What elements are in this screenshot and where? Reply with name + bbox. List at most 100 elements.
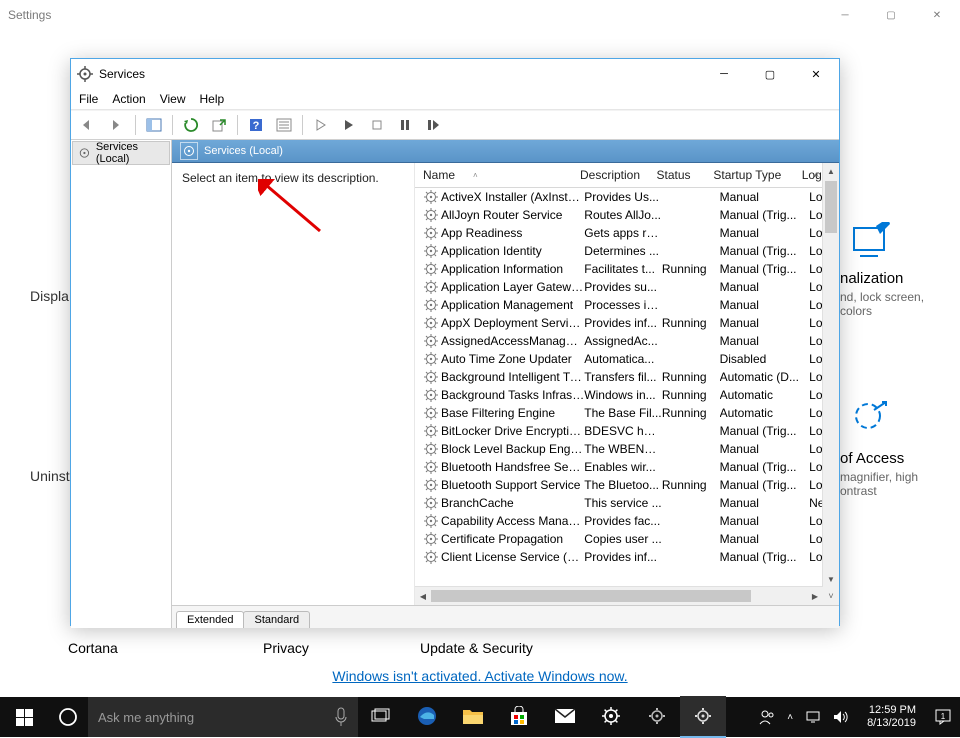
scroll-up-button[interactable]: ▲ — [823, 163, 839, 179]
taskbar-services-active[interactable] — [680, 696, 726, 738]
menu-help[interactable]: Help — [200, 92, 225, 106]
services-app-icon — [77, 66, 93, 82]
service-row[interactable]: Application ManagementProcesses in...Man… — [415, 296, 839, 314]
taskbar-settings[interactable] — [588, 696, 634, 736]
activate-windows-link[interactable]: Windows isn't activated. Activate Window… — [0, 668, 960, 684]
toolbar-restart-service-button[interactable] — [421, 113, 445, 137]
col-name[interactable]: Name — [423, 168, 455, 182]
service-row[interactable]: Client License Service (ClipS...Provides… — [415, 548, 839, 566]
services-maximize-button[interactable]: ▢ — [747, 59, 793, 89]
tray-chevron-icon[interactable]: ˄ — [787, 712, 793, 723]
network-icon[interactable] — [805, 709, 821, 725]
service-row[interactable]: Base Filtering EngineThe Base Fil...Runn… — [415, 404, 839, 422]
services-toolbar: ? — [71, 110, 839, 140]
service-row[interactable]: BitLocker Drive Encryption ...BDESVC hos… — [415, 422, 839, 440]
service-row[interactable]: Block Level Backup Engine ...The WBENG..… — [415, 440, 839, 458]
col-description[interactable]: Description — [580, 168, 657, 182]
service-row[interactable]: AllJoyn Router ServiceRoutes AllJo...Man… — [415, 206, 839, 224]
toolbar-back-button[interactable] — [77, 113, 101, 137]
taskbar-edge[interactable] — [404, 696, 450, 736]
col-status[interactable]: Status — [657, 168, 714, 182]
service-row[interactable]: Application IdentityDetermines ...Manual… — [415, 242, 839, 260]
clock-date: 8/13/2019 — [867, 717, 916, 730]
scroll-down-button[interactable]: ▼ — [823, 571, 839, 587]
service-row[interactable]: Application Layer Gateway ...Provides su… — [415, 278, 839, 296]
menu-view[interactable]: View — [160, 92, 186, 106]
cell-name: BitLocker Drive Encryption ... — [441, 424, 584, 438]
settings-minimize-button[interactable]: ─ — [822, 0, 868, 30]
h-scrollbar-thumb[interactable] — [431, 590, 751, 602]
service-row[interactable]: App ReadinessGets apps re...ManualLoc — [415, 224, 839, 242]
col-startup-type[interactable]: Startup Type — [713, 168, 801, 182]
toolbar-properties-button[interactable] — [272, 113, 296, 137]
service-row[interactable]: Bluetooth Handsfree ServiceEnables wir..… — [415, 458, 839, 476]
scroll-right-button[interactable]: ▶ — [807, 592, 823, 601]
service-row[interactable]: Bluetooth Support ServiceThe Bluetoo...R… — [415, 476, 839, 494]
menu-file[interactable]: File — [79, 92, 98, 106]
settings-close-button[interactable]: ✕ — [914, 0, 960, 30]
cell-description: Provides fac... — [584, 514, 662, 528]
tab-extended[interactable]: Extended — [176, 611, 244, 628]
bg-ease-of-access[interactable]: of Access — [840, 450, 904, 467]
cell-name: Bluetooth Support Service — [441, 478, 584, 492]
start-button[interactable] — [0, 697, 48, 737]
folder-icon — [462, 707, 484, 725]
vertical-scrollbar[interactable]: ▲ ▼ — [822, 163, 839, 587]
cortana-button[interactable] — [48, 697, 88, 737]
toolbar-pause-service-button[interactable] — [393, 113, 417, 137]
taskbar-search-input[interactable]: Ask me anything — [88, 697, 358, 737]
people-icon[interactable] — [759, 709, 775, 725]
taskbar-services-1[interactable] — [634, 696, 680, 736]
service-row[interactable]: AssignedAccessManager Se...AssignedAc...… — [415, 332, 839, 350]
scroll-left-button[interactable]: ◀ — [415, 592, 431, 601]
toolbar-refresh-button[interactable] — [179, 113, 203, 137]
taskbar-mail[interactable] — [542, 696, 588, 736]
personalization-icon — [850, 222, 890, 262]
bg-label-privacy[interactable]: Privacy — [263, 640, 309, 656]
service-row[interactable]: Certificate PropagationCopies user ...Ma… — [415, 530, 839, 548]
service-row[interactable]: AppX Deployment Service (...Provides inf… — [415, 314, 839, 332]
service-row[interactable]: Auto Time Zone UpdaterAutomatica...Disab… — [415, 350, 839, 368]
horizontal-scrollbar[interactable]: ◀ ▶ ˅ — [415, 586, 839, 605]
menu-action[interactable]: Action — [112, 92, 145, 106]
cell-description: Provides Us... — [584, 190, 662, 204]
scrollbar-thumb[interactable] — [825, 181, 837, 233]
service-row[interactable]: Background Tasks Infrastru...Windows in.… — [415, 386, 839, 404]
microphone-icon[interactable] — [334, 707, 348, 727]
service-row[interactable]: Application InformationFacilitates t...R… — [415, 260, 839, 278]
settings-maximize-button[interactable]: ▢ — [868, 0, 914, 30]
services-close-button[interactable]: ✕ — [793, 59, 839, 89]
action-center-icon[interactable]: 1 — [934, 708, 952, 726]
cell-startup: Manual — [720, 226, 810, 240]
tab-standard[interactable]: Standard — [243, 611, 310, 628]
bg-personalization[interactable]: nalization — [840, 270, 903, 287]
cell-name: Certificate Propagation — [441, 532, 584, 546]
toolbar-stop-service-button[interactable] — [365, 113, 389, 137]
taskbar-file-explorer[interactable] — [450, 696, 496, 736]
gear-small-icon — [647, 706, 667, 726]
service-row[interactable]: ActiveX Installer (AxInstSV)Provides Us.… — [415, 188, 839, 206]
toolbar-help-button[interactable]: ? — [244, 113, 268, 137]
toolbar-forward-button[interactable] — [105, 113, 129, 137]
service-row[interactable]: BranchCacheThis service ...ManualNet — [415, 494, 839, 512]
toolbar-show-hide-tree-button[interactable] — [142, 113, 166, 137]
scroll-down-indicator-icon: ˅ — [823, 591, 839, 601]
bg-label-cortana[interactable]: Cortana — [68, 640, 118, 656]
toolbar-start-service-button-2[interactable] — [337, 113, 361, 137]
toolbar-start-service-button[interactable] — [309, 113, 333, 137]
task-view-button[interactable] — [358, 696, 404, 736]
tree-item-services-local[interactable]: Services (Local) — [72, 141, 170, 165]
cell-description: AssignedAc... — [584, 334, 662, 348]
volume-icon[interactable] — [833, 710, 849, 724]
service-row[interactable]: Background Intelligent Tran...Transfers … — [415, 368, 839, 386]
store-icon — [509, 706, 529, 726]
cortana-icon — [58, 707, 78, 727]
bg-label-update[interactable]: Update & Security — [420, 640, 533, 656]
toolbar-export-button[interactable] — [207, 113, 231, 137]
service-row[interactable]: Capability Access Manager ...Provides fa… — [415, 512, 839, 530]
services-minimize-button[interactable]: ─ — [701, 59, 747, 89]
taskbar-store[interactable] — [496, 696, 542, 736]
taskbar-clock[interactable]: 12:59 PM 8/13/2019 — [861, 704, 922, 730]
cell-description: This service ... — [584, 496, 662, 510]
cell-description: Automatica... — [584, 352, 662, 366]
